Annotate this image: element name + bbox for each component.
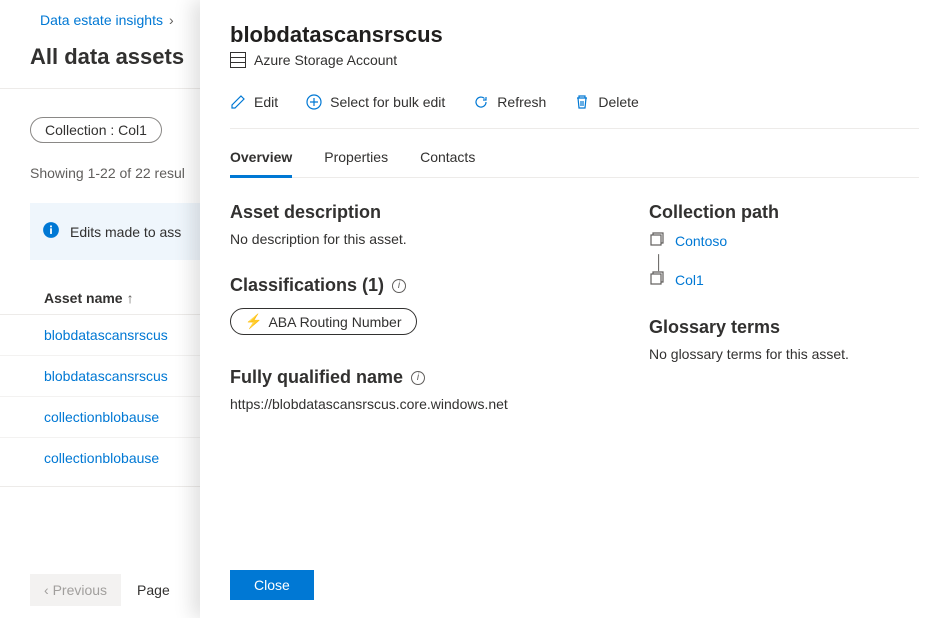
glossary-body: No glossary terms for this asset. [649,346,919,362]
breadcrumb[interactable]: Data estate insights › [0,0,200,36]
column-header-asset-name[interactable]: Asset name↑ [0,260,200,314]
collection-path: Contoso │ Col1 [649,231,919,289]
overview-right-col: Collection path Contoso │ Col1 Glossary … [649,202,919,440]
storage-icon [230,52,246,68]
glossary-title: Glossary terms [649,317,919,338]
edit-button[interactable]: Edit [230,94,278,110]
table-row[interactable]: blobdatascansrscus [0,314,200,355]
tab-overview[interactable]: Overview [230,149,292,178]
collection-path-item[interactable]: Contoso [649,231,919,250]
tab-contacts[interactable]: Contacts [420,149,475,177]
collection-icon [649,270,665,289]
fqn-body: https://blobdatascansrscus.core.windows.… [230,396,609,412]
divider [0,486,200,487]
classifications-title: Classifications (1) i [230,275,609,296]
asset-description-title: Asset description [230,202,609,223]
table-row[interactable]: collectionblobause [0,437,200,478]
bolt-icon: ⚡ [245,313,262,330]
detail-panel: blobdatascansrscus Azure Storage Account… [200,0,949,618]
info-icon[interactable]: i [392,279,406,293]
classification-pill[interactable]: ⚡ ABA Routing Number [230,308,417,335]
info-icon [42,221,60,242]
toolbar: Edit Select for bulk edit Refresh Delete [230,94,919,129]
collection-link[interactable]: Contoso [675,233,727,249]
info-icon[interactable]: i [411,371,425,385]
asset-type: Azure Storage Account [230,52,919,68]
info-banner-text: Edits made to ass [70,224,181,240]
tab-properties[interactable]: Properties [324,149,388,177]
page-label: Page [137,582,170,598]
asset-rows: blobdatascansrscusblobdatascansrscuscoll… [0,314,200,478]
asset-type-label: Azure Storage Account [254,52,397,68]
result-count-label: Showing 1-22 of 22 resul [0,143,200,181]
info-banner: Edits made to ass [30,203,200,260]
sort-up-icon: ↑ [127,290,134,306]
tab-bar: Overview Properties Contacts [230,149,919,178]
close-button[interactable]: Close [230,570,314,600]
delete-button[interactable]: Delete [574,94,638,110]
detail-footer: Close [230,570,314,600]
filter-pill-collection[interactable]: Collection : Col1 [30,117,162,143]
page-title: All data assets [0,36,200,88]
refresh-icon [473,94,489,110]
tree-line: │ [655,254,919,266]
asset-description-body: No description for this asset. [230,231,609,247]
divider [0,88,200,89]
fqn-title: Fully qualified name i [230,367,609,388]
delete-icon [574,94,590,110]
table-row[interactable]: collectionblobause [0,396,200,437]
collection-path-title: Collection path [649,202,919,223]
left-panel: Data estate insights › All data assets Co… [0,0,200,618]
edit-icon [230,94,246,110]
classifications-body: ⚡ ABA Routing Number [230,304,609,335]
overview-body: Asset description No description for thi… [230,202,919,440]
chevron-right-icon: › [169,12,174,28]
asset-title: blobdatascansrscus [230,22,919,48]
overview-left-col: Asset description No description for thi… [230,202,609,440]
refresh-button[interactable]: Refresh [473,94,546,110]
left-footer: Previous Page [30,574,170,606]
collection-icon [649,231,665,250]
plus-circle-icon [306,94,322,110]
previous-button[interactable]: Previous [30,574,121,606]
collection-path-item[interactable]: Col1 [649,270,919,289]
table-row[interactable]: blobdatascansrscus [0,355,200,396]
breadcrumb-item[interactable]: Data estate insights [40,12,163,28]
collection-link[interactable]: Col1 [675,272,704,288]
select-bulk-button[interactable]: Select for bulk edit [306,94,445,110]
